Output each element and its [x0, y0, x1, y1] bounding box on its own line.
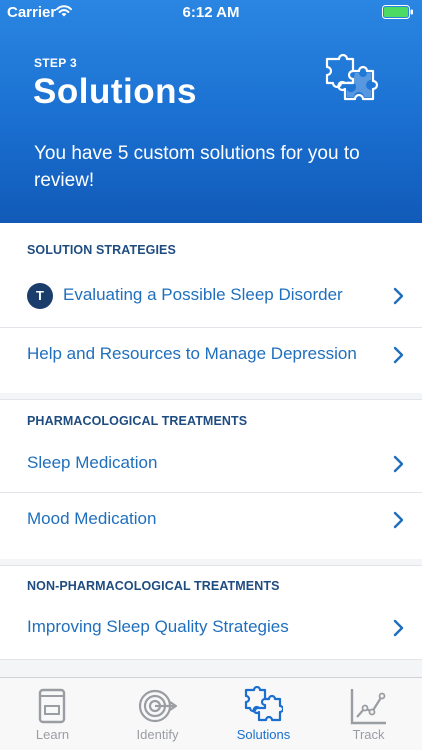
header-subtitle: You have 5 custom solutions for you to r…	[34, 143, 360, 191]
chevron-right-icon	[393, 346, 404, 364]
divider	[0, 399, 422, 400]
tab-solutions[interactable]: Solutions	[211, 678, 316, 750]
status-bar: Carrier 6:12 AM	[0, 0, 422, 26]
list-item-label: Evaluating a Possible Sleep Disorder	[63, 285, 343, 304]
divider	[0, 565, 422, 566]
section-title-non-pharmacological: NON-PHARMACOLOGICAL TREATMENTS	[27, 579, 280, 593]
section-separator	[0, 659, 422, 677]
tab-label: Track	[352, 727, 385, 742]
chevron-right-icon	[393, 511, 404, 529]
tab-label: Identify	[136, 727, 179, 742]
tab-identify[interactable]: Identify	[105, 678, 210, 750]
page-title: Solutions	[33, 72, 197, 111]
section-title-pharmacological: PHARMACOLOGICAL TREATMENTS	[27, 414, 248, 428]
list-item-depression-resources[interactable]: Help and Resources to Manage Depression	[0, 328, 422, 383]
list-item-label: Help and Resources to Manage Depression	[27, 344, 357, 363]
chevron-right-icon	[393, 619, 404, 637]
clock: 6:12 AM	[182, 4, 240, 21]
list-item-sleep-medication[interactable]: Sleep Medication	[0, 437, 422, 492]
list-item-sleep-disorder[interactable]: T Evaluating a Possible Sleep Disorder	[0, 269, 422, 324]
chevron-right-icon	[393, 287, 404, 305]
target-icon	[138, 689, 177, 723]
list-item-sleep-quality[interactable]: Improving Sleep Quality Strategies	[0, 601, 422, 656]
book-icon	[38, 688, 66, 724]
tab-bar: Learn Identify Solutions Track	[0, 677, 422, 750]
t-badge-icon: T	[27, 283, 53, 309]
list-item-label: Improving Sleep Quality Strategies	[27, 617, 289, 636]
list-item-label: Mood Medication	[27, 509, 157, 528]
puzzle-icon	[325, 53, 379, 101]
tab-label: Learn	[35, 727, 70, 742]
list-item-mood-medication[interactable]: Mood Medication	[0, 493, 422, 548]
header: Carrier 6:12 AM STEP 3 Solutions You hav…	[0, 0, 422, 223]
divider	[0, 659, 422, 660]
puzzle-icon	[244, 686, 283, 722]
tab-label: Solutions	[236, 727, 291, 742]
section-title-solution-strategies: SOLUTION STRATEGIES	[27, 243, 176, 257]
chevron-right-icon	[393, 455, 404, 473]
battery-icon	[382, 5, 413, 19]
step-label: STEP 3	[34, 56, 77, 70]
tab-track[interactable]: Track	[316, 678, 421, 750]
chart-icon	[350, 689, 386, 725]
tab-learn[interactable]: Learn	[0, 678, 105, 750]
list-item-label: Sleep Medication	[27, 453, 158, 472]
solutions-list: SOLUTION STRATEGIES T Evaluating a Possi…	[0, 223, 422, 677]
